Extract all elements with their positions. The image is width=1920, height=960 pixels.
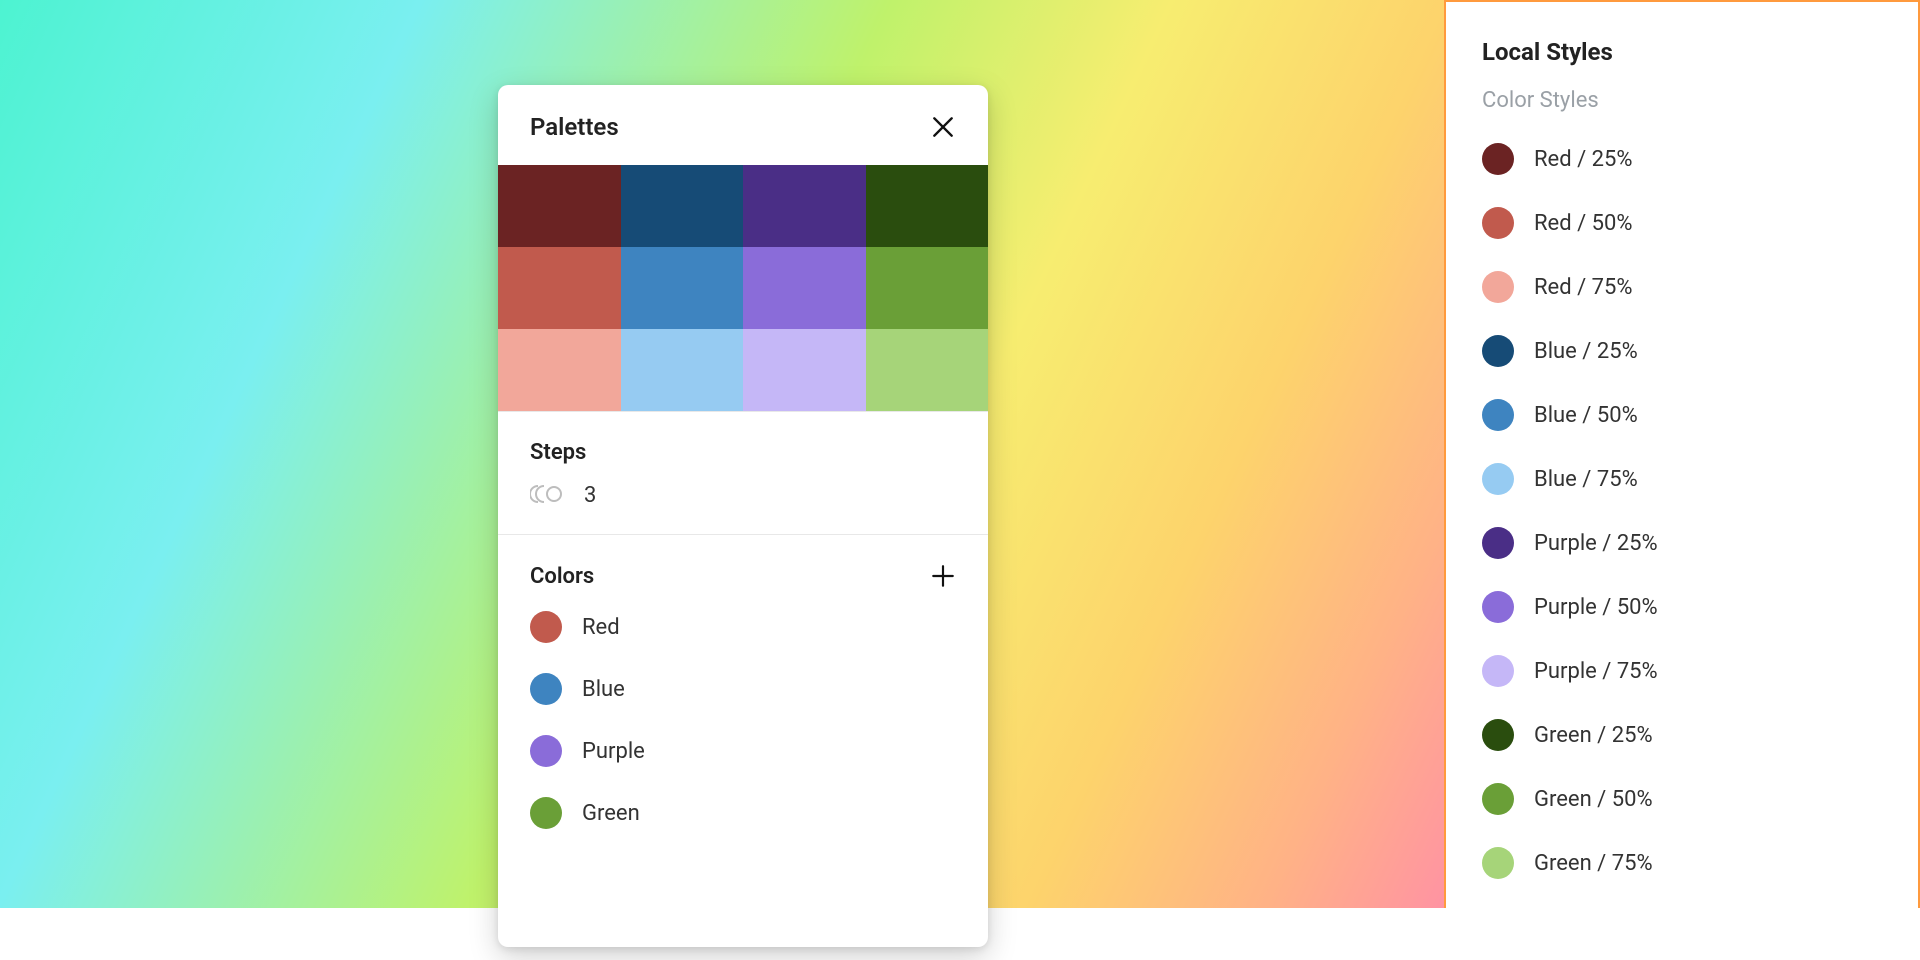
steps-value: 3 [584, 483, 596, 508]
color-swatch-icon [530, 673, 562, 705]
style-swatch-icon [1482, 591, 1514, 623]
color-item-label: Blue [582, 677, 625, 702]
local-style-label: Red / 25% [1534, 147, 1632, 172]
style-swatch-icon [1482, 399, 1514, 431]
local-style-item[interactable]: Purple / 50% [1482, 591, 1882, 623]
style-swatch-icon [1482, 783, 1514, 815]
local-style-item[interactable]: Blue / 25% [1482, 335, 1882, 367]
local-styles-panel: Local Styles Color Styles Red / 25%Red /… [1444, 0, 1920, 908]
local-styles-list: Red / 25% Red / 50% Red / 75% Blue / 25% Blu… [1482, 143, 1882, 879]
local-style-item[interactable]: Purple / 75% [1482, 655, 1882, 687]
palette-swatch[interactable] [866, 247, 989, 329]
close-icon[interactable] [930, 114, 956, 140]
local-style-item[interactable]: Red / 75% [1482, 271, 1882, 303]
palette-swatch[interactable] [866, 165, 989, 247]
color-list: Red Blue Purple Green [530, 611, 956, 829]
local-style-label: Green / 50% [1534, 787, 1653, 812]
color-item-label: Red [582, 615, 620, 640]
style-swatch-icon [1482, 335, 1514, 367]
palette-swatch[interactable] [743, 329, 866, 411]
colors-section: Colors Red Blue Purple Green [498, 534, 988, 855]
local-style-label: Purple / 75% [1534, 659, 1658, 684]
palette-swatch[interactable] [621, 329, 744, 411]
local-style-label: Green / 75% [1534, 851, 1653, 876]
local-style-item[interactable]: Green / 50% [1482, 783, 1882, 815]
palette-grid [498, 165, 988, 411]
palette-swatch[interactable] [621, 165, 744, 247]
palette-swatch[interactable] [743, 247, 866, 329]
palette-grid-row [498, 165, 988, 247]
local-style-label: Purple / 25% [1534, 531, 1658, 556]
palette-swatch[interactable] [498, 247, 621, 329]
local-style-item[interactable]: Red / 50% [1482, 207, 1882, 239]
local-styles-title: Local Styles [1482, 38, 1882, 66]
local-style-label: Red / 75% [1534, 275, 1632, 300]
style-swatch-icon [1482, 655, 1514, 687]
color-styles-subtitle: Color Styles [1482, 88, 1882, 113]
steps-section: Steps 3 [498, 411, 988, 534]
style-swatch-icon [1482, 143, 1514, 175]
palettes-header: Palettes [498, 85, 988, 165]
palette-swatch[interactable] [743, 165, 866, 247]
color-item[interactable]: Red [530, 611, 956, 643]
color-item[interactable]: Green [530, 797, 956, 829]
color-swatch-icon [530, 797, 562, 829]
local-style-label: Green / 25% [1534, 723, 1653, 748]
style-swatch-icon [1482, 719, 1514, 751]
style-swatch-icon [1482, 527, 1514, 559]
local-style-item[interactable]: Red / 25% [1482, 143, 1882, 175]
local-style-label: Blue / 25% [1534, 339, 1638, 364]
local-style-item[interactable]: Blue / 75% [1482, 463, 1882, 495]
local-style-item[interactable]: Green / 75% [1482, 847, 1882, 879]
color-swatch-icon [530, 611, 562, 643]
palette-swatch[interactable] [498, 165, 621, 247]
add-color-button[interactable] [930, 563, 956, 589]
palette-swatch[interactable] [621, 247, 744, 329]
palette-swatch[interactable] [498, 329, 621, 411]
palettes-panel: Palettes Steps 3 Colors [498, 85, 988, 947]
color-item[interactable]: Purple [530, 735, 956, 767]
style-swatch-icon [1482, 207, 1514, 239]
local-style-label: Blue / 75% [1534, 467, 1638, 492]
local-style-label: Purple / 50% [1534, 595, 1658, 620]
style-swatch-icon [1482, 847, 1514, 879]
palettes-title: Palettes [530, 113, 619, 141]
colors-label: Colors [530, 564, 594, 589]
local-style-label: Blue / 50% [1534, 403, 1638, 428]
steps-row[interactable]: 3 [530, 483, 956, 508]
style-swatch-icon [1482, 463, 1514, 495]
style-swatch-icon [1482, 271, 1514, 303]
color-item-label: Purple [582, 739, 645, 764]
palette-swatch[interactable] [866, 329, 989, 411]
palette-grid-row [498, 329, 988, 411]
local-style-item[interactable]: Blue / 50% [1482, 399, 1882, 431]
local-style-item[interactable]: Purple / 25% [1482, 527, 1882, 559]
local-style-label: Red / 50% [1534, 211, 1632, 236]
palette-grid-row [498, 247, 988, 329]
local-style-item[interactable]: Green / 25% [1482, 719, 1882, 751]
color-item[interactable]: Blue [530, 673, 956, 705]
color-swatch-icon [530, 735, 562, 767]
steps-label: Steps [530, 440, 956, 465]
steps-icon [530, 484, 562, 508]
color-item-label: Green [582, 801, 640, 826]
